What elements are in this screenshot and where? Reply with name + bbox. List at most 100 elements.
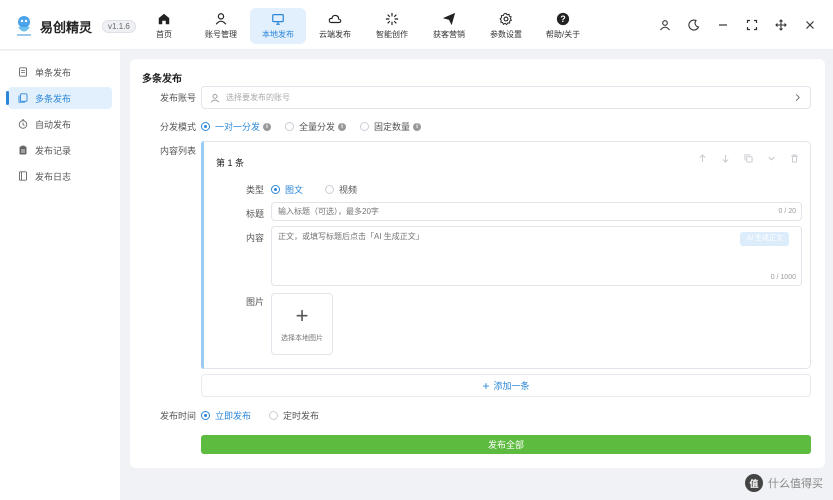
nav-label: 帮助/关于 [545, 30, 581, 39]
nav-label: 本地发布 [262, 30, 294, 39]
radio-button[interactable] [285, 122, 295, 131]
image-label: 图片 [246, 297, 265, 307]
brand: 易创精灵 v1.1.6 [14, 12, 136, 40]
sidebar-item-multi-publish[interactable]: 多条发布 [6, 87, 112, 109]
moon-icon [688, 19, 700, 31]
radio-button[interactable] [271, 185, 280, 194]
radio-button[interactable] [201, 411, 210, 420]
mode-option-one-to-one[interactable]: 一对一分发 i [201, 120, 272, 133]
account-select-placeholder: 选择要发布的账号 [226, 93, 290, 102]
help-icon: ? [556, 12, 570, 26]
close-button[interactable] [801, 16, 819, 34]
user-icon [210, 93, 220, 103]
home-icon [158, 13, 170, 25]
main-nav: 首页 账号管理 本地发布 云端发布 智能创作 获客营销 参数设置 ? 帮助/关于 [136, 8, 592, 44]
maximize-button[interactable] [743, 16, 761, 34]
ai-generate-button[interactable]: AI 生成正文 [740, 232, 789, 246]
document-icon [19, 67, 27, 77]
nav-settings[interactable]: 参数设置 [478, 8, 534, 44]
user-button[interactable] [656, 16, 674, 34]
sidebar-item-label: 发布记录 [35, 145, 72, 156]
info-icon[interactable]: i [338, 122, 347, 131]
publish-time-label: 发布时间 [160, 411, 197, 421]
title-input[interactable] [271, 202, 802, 221]
publish-time-option-now[interactable]: 立即发布 [201, 409, 251, 422]
mode-option-label: 全量分发 [299, 122, 336, 132]
radio-button[interactable] [325, 185, 335, 194]
sidebar-item-publish-records[interactable]: 发布记录 [8, 139, 112, 161]
move-icon [775, 19, 787, 31]
account-select[interactable]: 选择要发布的账号 [201, 86, 811, 109]
monitor-icon [272, 14, 284, 25]
version-badge: v1.1.6 [102, 19, 136, 33]
nav-label: 账号管理 [205, 30, 237, 39]
info-icon[interactable]: i [413, 122, 422, 131]
radio-button[interactable] [269, 411, 279, 420]
watermark-text: 什么值得买 [768, 478, 823, 490]
cloud-icon [328, 14, 342, 24]
book-icon [19, 171, 27, 181]
sidebar: 单条发布 多条发布 自动发布 发布记录 发布日志 [0, 51, 120, 500]
plus-icon: + [482, 378, 490, 393]
mode-option-fixed[interactable]: 固定数量 i [360, 120, 422, 133]
delete-button[interactable] [790, 154, 800, 164]
top-bar: 易创精灵 v1.1.6 首页 账号管理 本地发布 云端发布 智能创作 获客营销 [0, 0, 833, 50]
nav-marketing[interactable]: 获客营销 [421, 8, 477, 44]
publish-all-button[interactable]: 发布全部 [201, 435, 811, 454]
publish-time-radio-group: 立即发布 定时发布 [201, 409, 333, 422]
sidebar-item-auto-publish[interactable]: 自动发布 [8, 113, 112, 135]
mode-option-full[interactable]: 全量分发 i [285, 120, 347, 133]
nav-local-publish[interactable]: 本地发布 [250, 8, 306, 44]
radio-button[interactable] [360, 122, 370, 131]
nav-account-manage[interactable]: 账号管理 [193, 8, 249, 44]
documents-icon [18, 93, 28, 103]
trash-icon [791, 154, 798, 163]
sidebar-item-single-publish[interactable]: 单条发布 [8, 61, 112, 83]
content-textarea[interactable] [271, 226, 802, 286]
mode-label: 分发模式 [160, 122, 197, 132]
chevron-down-icon [768, 156, 775, 161]
type-radio-group: 图文 视频 [271, 183, 371, 196]
radio-button[interactable] [201, 122, 210, 131]
nav-label: 智能创作 [376, 30, 408, 39]
title-counter: 0 / 20 [778, 208, 796, 215]
info-icon[interactable]: i [263, 122, 272, 131]
nav-cloud-publish[interactable]: 云端发布 [307, 8, 363, 44]
theme-toggle-button[interactable] [685, 16, 703, 34]
clipboard-icon [19, 145, 27, 155]
sidebar-item-publish-log[interactable]: 发布日志 [8, 165, 112, 187]
image-upload-button[interactable]: + 选择本地图片 [271, 293, 333, 355]
add-item-button[interactable]: + 添加一条 [201, 374, 811, 397]
move-button[interactable] [772, 16, 790, 34]
copy-button[interactable] [744, 154, 754, 164]
app-name: 易创精灵 [40, 19, 93, 35]
content-item-card: 第 1 条 类型 图文 视频 标题 0 / 20 内容 AI 生成正文 0 / … [201, 141, 811, 369]
user-icon [660, 20, 670, 31]
svg-text:?: ? [560, 14, 565, 24]
upload-text: 选择本地图片 [281, 335, 323, 342]
nav-label: 获客营销 [433, 30, 465, 39]
content-counter: 0 / 1000 [770, 274, 796, 281]
mode-radio-group: 一对一分发 i 全量分发 i 固定数量 i [201, 120, 435, 133]
move-up-button[interactable] [698, 154, 708, 164]
gear-icon [499, 12, 513, 26]
type-option-label: 图文 [285, 185, 304, 195]
content-list-label: 内容列表 [160, 146, 197, 156]
chevron-right-icon [795, 93, 801, 102]
type-option-image-text[interactable]: 图文 [271, 183, 303, 196]
move-down-button[interactable] [721, 154, 731, 164]
nav-smart-create[interactable]: 智能创作 [364, 8, 420, 44]
publish-time-option-scheduled[interactable]: 定时发布 [269, 409, 319, 422]
nav-label: 首页 [156, 30, 172, 39]
sidebar-item-label: 自动发布 [35, 119, 72, 130]
type-option-video[interactable]: 视频 [325, 183, 357, 196]
minimize-button[interactable] [714, 16, 732, 34]
timer-icon [18, 119, 28, 129]
nav-help-about[interactable]: ? 帮助/关于 [535, 8, 591, 44]
collapse-button[interactable] [767, 154, 777, 164]
nav-label: 参数设置 [490, 30, 522, 39]
sidebar-item-label: 多条发布 [35, 93, 72, 104]
nav-home[interactable]: 首页 [136, 8, 192, 44]
sidebar-item-label: 单条发布 [35, 67, 72, 78]
watermark: 值 什么值得买 [745, 474, 823, 492]
